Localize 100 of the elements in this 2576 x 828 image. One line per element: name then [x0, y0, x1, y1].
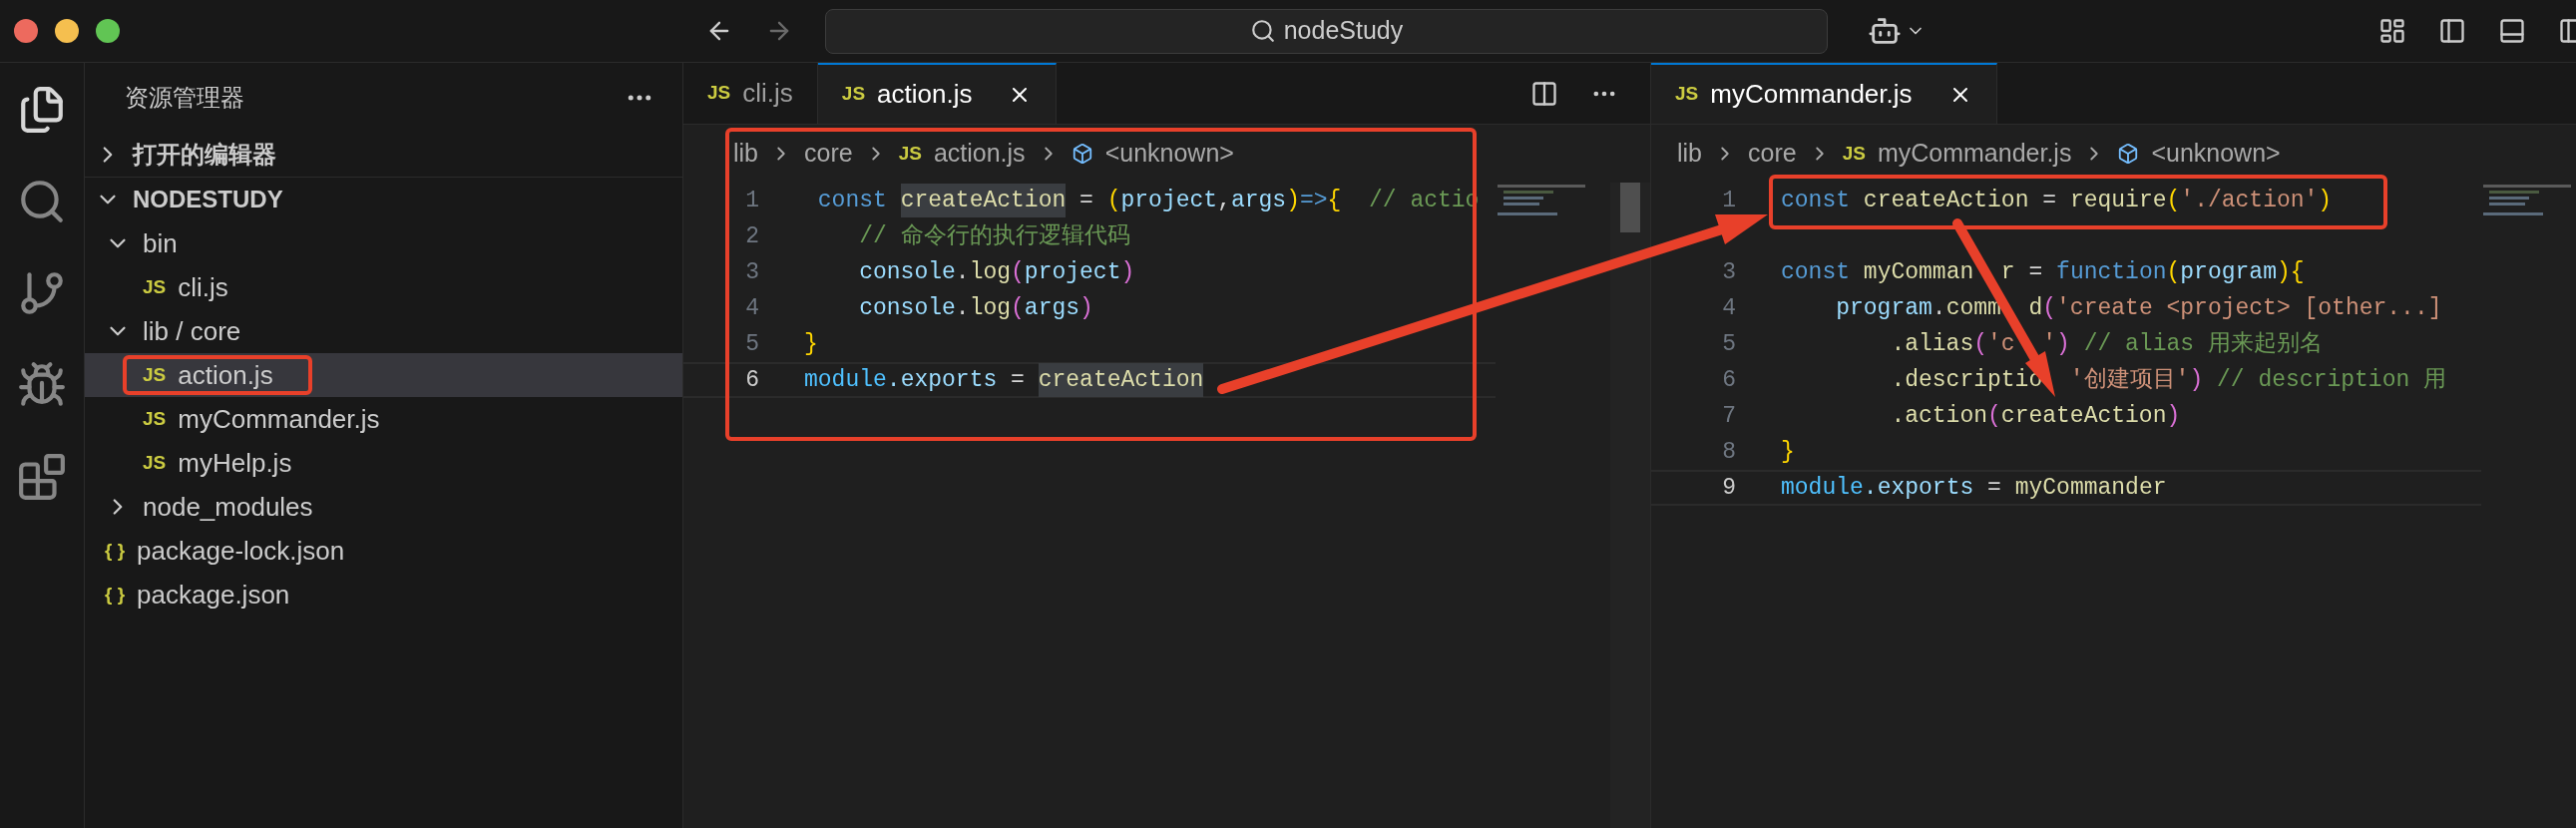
line-number: 6: [1722, 366, 1736, 393]
code-token: // description 用: [2216, 365, 2447, 395]
code-token: r: [2000, 257, 2015, 287]
code-token: =: [1078, 186, 1094, 215]
code-token: (: [1987, 401, 2001, 431]
extensions-icon[interactable]: [17, 452, 67, 502]
minimize-window-button[interactable]: [55, 19, 79, 43]
code-token: (: [1106, 186, 1121, 215]
code-token: // 命令行的执行逻辑代码: [859, 221, 1130, 251]
line-number: 1: [745, 187, 759, 213]
code-token: .: [955, 257, 970, 287]
close-window-button[interactable]: [14, 19, 38, 43]
file-type-icon: JS: [841, 80, 866, 109]
code-token: (: [2166, 257, 2181, 287]
tree-item[interactable]: JS myHelp.js: [143, 443, 292, 483]
code-token: }: [804, 329, 818, 359]
tree-item[interactable]: node_modules: [105, 487, 313, 527]
file-type-icon: { }: [105, 580, 126, 610]
breadcrumb-item[interactable]: core: [1748, 135, 1797, 173]
code-token: // alias 用来起别名: [2082, 329, 2323, 359]
breadcrumb-item[interactable]: core: [804, 135, 853, 173]
editor-tab[interactable]: JS myCommander.js: [1651, 63, 1997, 124]
code-token: console: [859, 257, 956, 287]
breadcrumb-item[interactable]: myCommander.js: [1877, 135, 2072, 173]
tree-item[interactable]: { } package-lock.json: [105, 531, 345, 571]
code-token: ): [2056, 329, 2070, 359]
code-token: const: [1781, 186, 1851, 215]
tree-item[interactable]: bin: [105, 223, 178, 263]
editor-tab[interactable]: JS cli.js: [683, 63, 818, 124]
code-token: args: [1024, 293, 1080, 323]
tree-item[interactable]: JS cli.js: [143, 267, 228, 307]
code-token: require: [2069, 186, 2167, 215]
toggle-sidebar-icon[interactable]: [2438, 17, 2466, 45]
code-token: function: [2056, 257, 2167, 287]
tree-item[interactable]: lib / core: [105, 311, 241, 351]
code-token: ): [2166, 401, 2181, 431]
code-token: (: [1011, 257, 1025, 287]
scrollbar-thumb[interactable]: [1620, 183, 1640, 232]
code-token: }: [1781, 437, 1795, 467]
file-type-icon: JS: [1675, 80, 1699, 109]
file-type-icon: JS: [143, 360, 167, 390]
file-type-icon: { }: [105, 536, 126, 566]
code-token: {: [2290, 257, 2305, 287]
breadcrumb-item[interactable]: lib: [733, 135, 758, 173]
code-token: ': [2042, 329, 2057, 359]
code-token: createAction: [1038, 362, 1204, 398]
file-type-icon: JS: [143, 404, 167, 434]
toggle-panel-icon[interactable]: [2498, 17, 2526, 45]
code-token: d: [2028, 293, 2043, 323]
file-type-icon: JS: [143, 448, 167, 478]
code-token: =>: [1299, 186, 1328, 215]
code-token: ): [2189, 365, 2204, 395]
code-token: .exports: [1863, 473, 1974, 503]
code-token: 'c: [1987, 329, 2015, 359]
tree-item[interactable]: JS myCommander.js: [143, 399, 380, 439]
code-token: const: [1781, 257, 1851, 287]
code-token: (: [2042, 293, 2057, 323]
code-token: createAction: [900, 183, 1067, 218]
maximize-window-button[interactable]: [96, 19, 120, 43]
line-number: 6: [745, 366, 759, 393]
code-token: log: [969, 293, 1012, 323]
line-number: 5: [1722, 330, 1736, 357]
code-token: =: [2041, 186, 2058, 215]
code-token: log: [969, 257, 1012, 287]
code-token: ): [1120, 257, 1135, 287]
line-number: 3: [1722, 258, 1736, 285]
code-token: createAction: [1863, 186, 2029, 215]
code-token: (: [1973, 329, 1988, 359]
code-token: ): [1286, 186, 1300, 215]
line-number: 3: [745, 258, 759, 285]
code-token: .alias: [1891, 329, 1974, 359]
code-token: comm: [1945, 293, 2001, 323]
split-editor-icon[interactable]: [1530, 79, 1558, 108]
code-token: const: [817, 186, 888, 215]
code-token: 'create <project> [other...]: [2056, 293, 2442, 323]
code-token: =: [1010, 365, 1026, 395]
code-token: myCommander: [2014, 473, 2167, 503]
line-number: 8: [1722, 438, 1736, 465]
breadcrumb-item[interactable]: <unknown>: [2151, 135, 2281, 173]
editor-tab[interactable]: JS action.js: [817, 63, 1058, 124]
breadcrumb-item[interactable]: <unknown>: [1104, 135, 1234, 173]
code-token: =: [1986, 473, 2002, 503]
code-token: program: [1836, 293, 1932, 323]
code-token: createAction: [2000, 401, 2167, 431]
code-token: .descriptio: [1891, 365, 2043, 395]
section-header[interactable]: 打开的编辑器: [95, 137, 276, 173]
line-number: 7: [1722, 402, 1736, 429]
code-token: .exports: [886, 365, 998, 395]
command-center-search[interactable]: nodeStudy: [825, 8, 1828, 54]
breadcrumb-item[interactable]: action.js: [933, 135, 1026, 173]
section-header[interactable]: NODESTUDY: [95, 182, 283, 217]
breadcrumb-item[interactable]: lib: [1677, 135, 1702, 173]
code-token: args: [1230, 186, 1287, 215]
line-number: 2: [745, 222, 759, 249]
code-token: program: [2180, 257, 2277, 287]
search-icon: [1249, 18, 1276, 44]
customize-layout-icon[interactable]: [2378, 17, 2406, 45]
code-token: module: [804, 365, 887, 395]
tree-item[interactable]: JS action.js: [143, 355, 273, 395]
tree-item[interactable]: { } package.json: [105, 575, 290, 615]
